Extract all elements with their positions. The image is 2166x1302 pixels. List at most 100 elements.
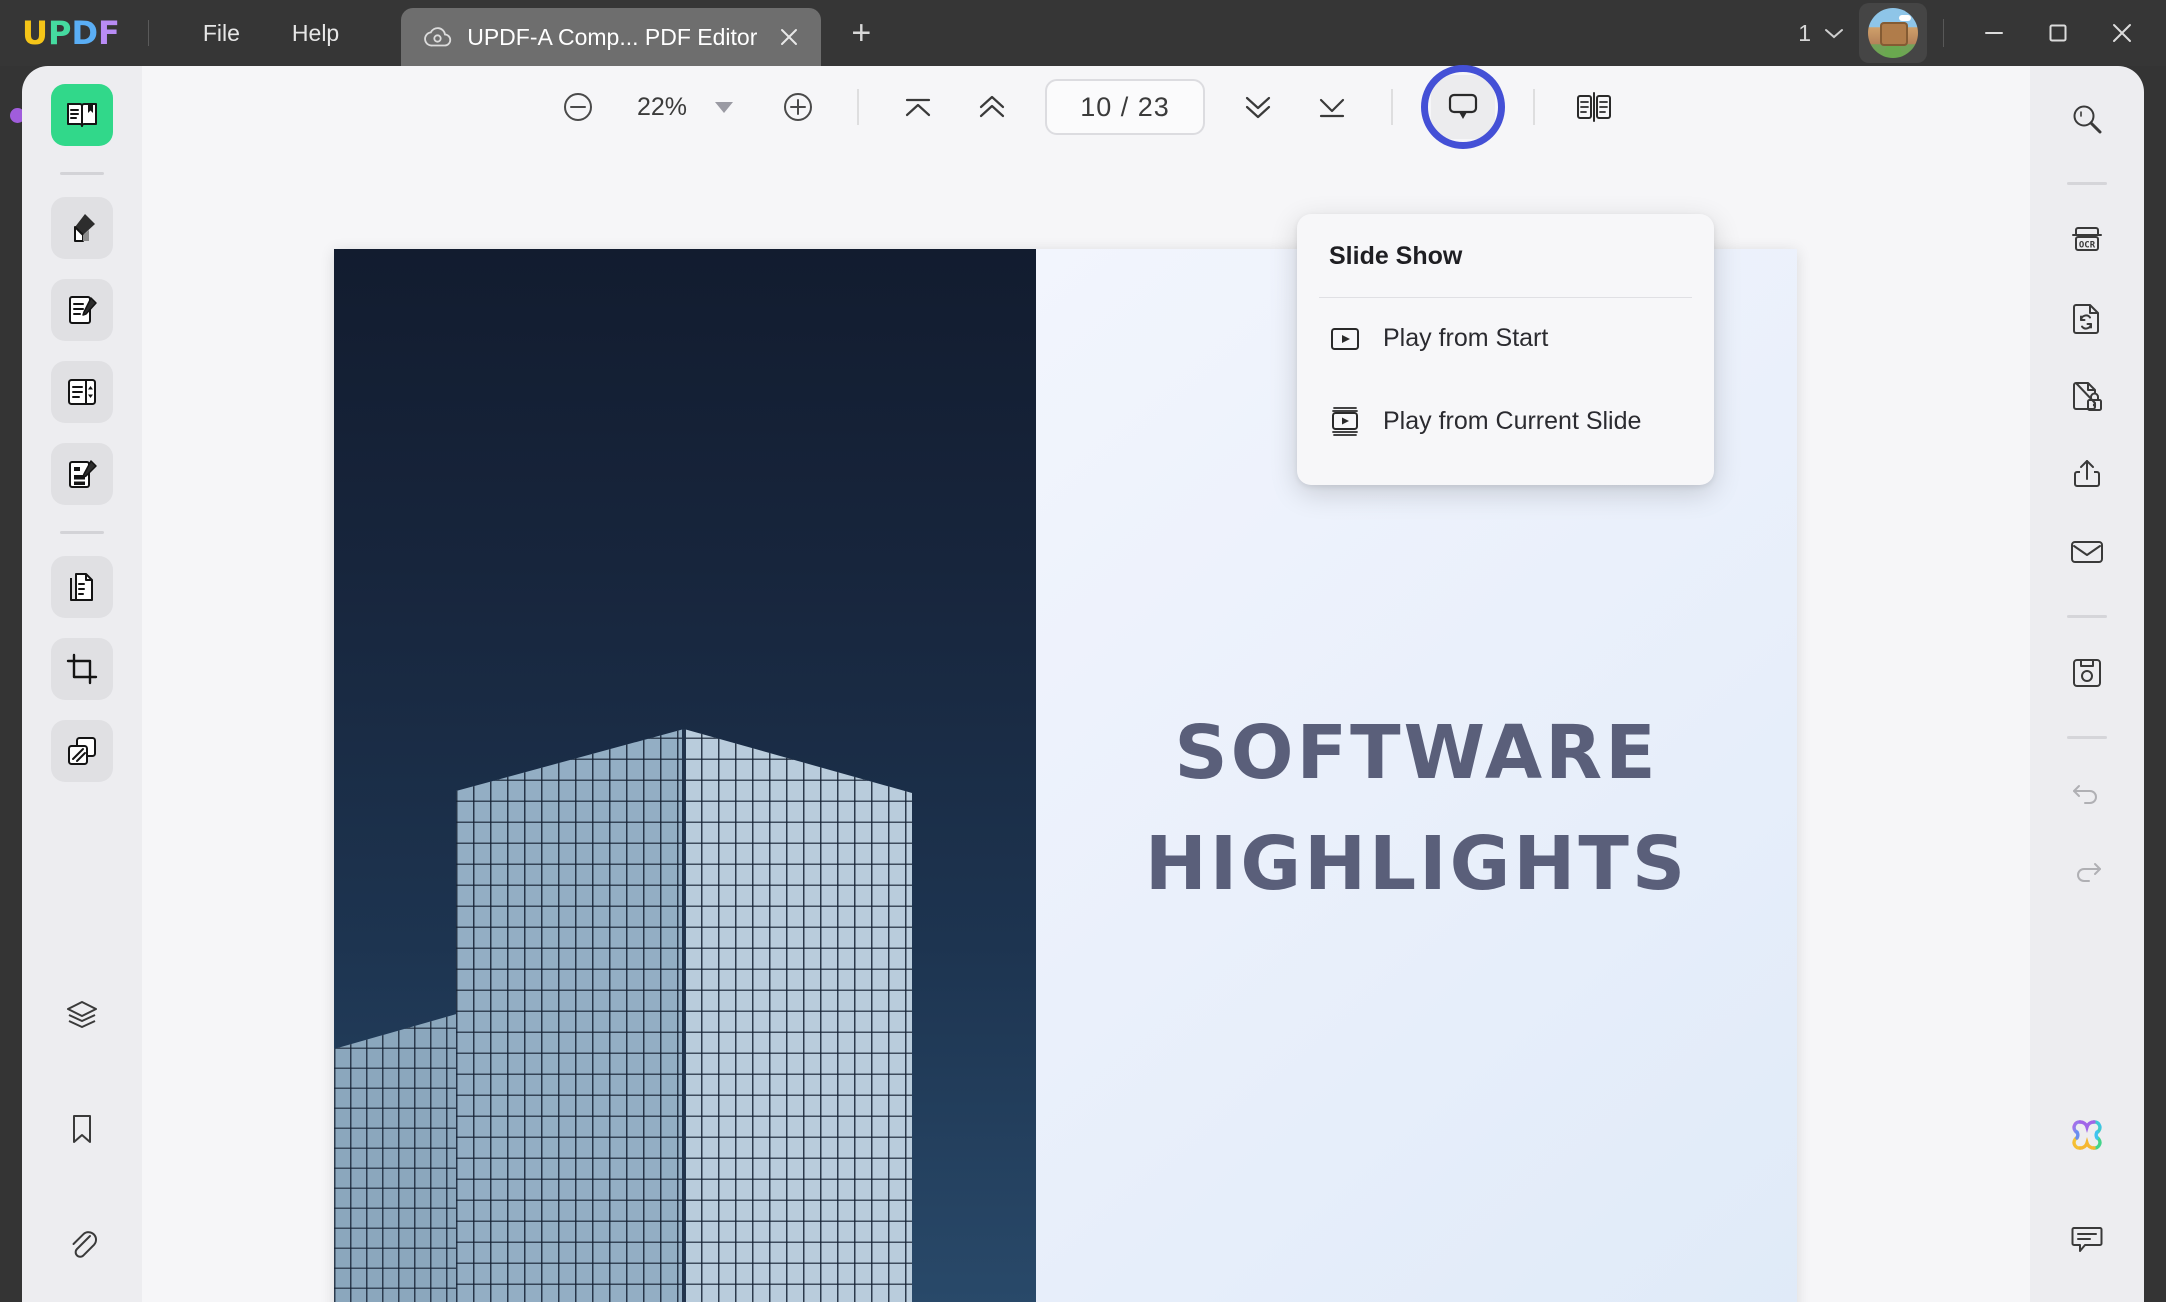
tool-ai-assistant[interactable]	[2058, 1106, 2116, 1164]
window-close-icon[interactable]	[2090, 0, 2154, 66]
zoom-in-button[interactable]	[770, 79, 826, 135]
sidebar-item-annotate[interactable]	[51, 197, 113, 259]
first-page-icon	[901, 90, 935, 124]
sidebar-item-pages[interactable]	[51, 556, 113, 618]
search-icon	[2069, 101, 2105, 137]
first-page-button[interactable]	[890, 79, 946, 135]
document-pencil-icon	[65, 293, 99, 327]
logo-letter-d: D	[71, 14, 98, 52]
menu-file[interactable]: File	[177, 0, 266, 66]
book-reader-icon	[65, 98, 99, 132]
logo-letter-u: U	[22, 14, 48, 52]
tool-save[interactable]	[2058, 644, 2116, 702]
right-sidebar-separator-2	[2067, 615, 2107, 618]
page-stack-icon	[65, 570, 99, 604]
minimize-icon[interactable]	[1962, 0, 2026, 66]
ocr-icon: OCR	[2069, 224, 2105, 256]
updf-logo: UPDF	[22, 0, 120, 66]
skyscraper	[456, 669, 926, 1302]
dropdown-title: Slide Show	[1329, 242, 1463, 270]
sidebar-item-compare[interactable]	[51, 720, 113, 782]
tool-protect[interactable]	[2058, 367, 2116, 425]
slideshow-button[interactable]	[1421, 65, 1505, 149]
document-viewport[interactable]: SOFTWARE HIGHLIGHTS	[142, 148, 2030, 1302]
avatar	[1868, 8, 1918, 58]
zoom-level-label[interactable]: 22%	[625, 93, 699, 122]
tool-redo[interactable]	[2058, 843, 2116, 901]
sidebar-separator-2	[60, 531, 104, 534]
low-rise-building	[334, 1009, 474, 1302]
toolbar-divider-1	[857, 89, 859, 125]
page-photo	[334, 249, 1036, 1302]
toolbar-divider-3	[1533, 89, 1535, 125]
titlebar-divider	[147, 20, 149, 46]
zoom-out-button[interactable]	[550, 79, 606, 135]
menu-item-label: Play from Start	[1383, 324, 1549, 352]
account-switcher[interactable]: 1	[1798, 20, 1845, 47]
menu-play-from-start[interactable]: Play from Start	[1297, 298, 1714, 379]
avatar-button[interactable]	[1859, 3, 1927, 63]
sidebar-item-crop[interactable]	[51, 638, 113, 700]
sidebar-item-edit-pdf[interactable]	[51, 279, 113, 341]
tool-email[interactable]	[2058, 523, 2116, 581]
sidebar-item-layers[interactable]	[51, 984, 113, 1046]
sidebar-item-reader[interactable]	[51, 84, 113, 146]
tool-convert[interactable]	[2058, 289, 2116, 347]
new-tab-button[interactable]: +	[851, 14, 871, 53]
mail-icon	[2069, 537, 2105, 567]
tower-corner-edge	[682, 729, 686, 1302]
share-upload-icon	[2070, 457, 2104, 491]
right-sidebar-separator-3	[2067, 736, 2107, 739]
layers-icon	[65, 998, 99, 1032]
menu-help[interactable]: Help	[266, 0, 365, 66]
redo-icon	[2070, 857, 2104, 887]
play-slide-icon	[1329, 405, 1361, 437]
tool-undo[interactable]	[2058, 765, 2116, 823]
tool-comments[interactable]	[2058, 1210, 2116, 1268]
updf-application-window: UPDF File Help UPDF-A Comp... PDF Editor…	[0, 0, 2166, 1302]
headline-line-1: SOFTWARE	[1174, 710, 1659, 796]
main-content-area: 22% 10 / 23 SOFTWARE HIGHLIGHTS Slide Sh…	[142, 65, 2030, 1302]
cloud-icon	[423, 26, 453, 48]
tool-ocr[interactable]: OCR	[2058, 211, 2116, 269]
next-page-button[interactable]	[1230, 79, 1286, 135]
right-sidebar-separator-1	[2067, 182, 2107, 185]
dual-page-view-icon	[1575, 90, 1613, 124]
slideshow-icon	[1445, 91, 1481, 123]
sidebar-item-form[interactable]	[51, 443, 113, 505]
comment-icon	[2070, 1223, 2104, 1255]
sidebar-item-page-organize[interactable]	[51, 361, 113, 423]
page-number-input[interactable]: 10 / 23	[1045, 79, 1205, 135]
tool-search[interactable]	[2058, 90, 2116, 148]
ai-flower-icon	[2067, 1116, 2107, 1154]
undo-icon	[2070, 779, 2104, 809]
last-page-icon	[1315, 90, 1349, 124]
sidebar-item-bookmarks[interactable]	[51, 1098, 113, 1160]
titlebar-right-controls: 1	[1798, 0, 2166, 66]
highlighter-icon	[65, 211, 99, 245]
last-page-button[interactable]	[1304, 79, 1360, 135]
sidebar-item-attachments[interactable]	[51, 1212, 113, 1274]
previous-page-button[interactable]	[964, 79, 1020, 135]
logo-letter-p: P	[47, 14, 72, 52]
play-box-icon	[1329, 325, 1361, 353]
document-tab[interactable]: UPDF-A Comp... PDF Editor	[401, 8, 822, 66]
toolbar-divider-2	[1391, 89, 1393, 125]
document-lock-icon	[2070, 379, 2104, 413]
headline-line-2: HIGHLIGHTS	[1144, 821, 1689, 907]
close-icon[interactable]	[777, 25, 801, 49]
menu-play-from-current-slide[interactable]: Play from Current Slide	[1297, 379, 1714, 463]
chevron-down-icon[interactable]	[715, 101, 733, 113]
dual-page-view-button[interactable]	[1566, 79, 1622, 135]
tool-share[interactable]	[2058, 445, 2116, 503]
previous-page-icon	[975, 90, 1009, 124]
slideshow-dropdown-menu: Slide Show Play from Start Play from Cur…	[1297, 214, 1714, 485]
save-icon	[2070, 656, 2104, 690]
compare-pages-icon	[65, 734, 99, 768]
left-sidebar-bottom-group	[51, 984, 113, 1302]
page-arrows-icon	[65, 375, 99, 409]
next-page-icon	[1241, 90, 1275, 124]
right-sidebar-bottom-group	[2058, 1106, 2116, 1302]
svg-text:OCR: OCR	[2079, 241, 2096, 251]
maximize-icon[interactable]	[2026, 0, 2090, 66]
